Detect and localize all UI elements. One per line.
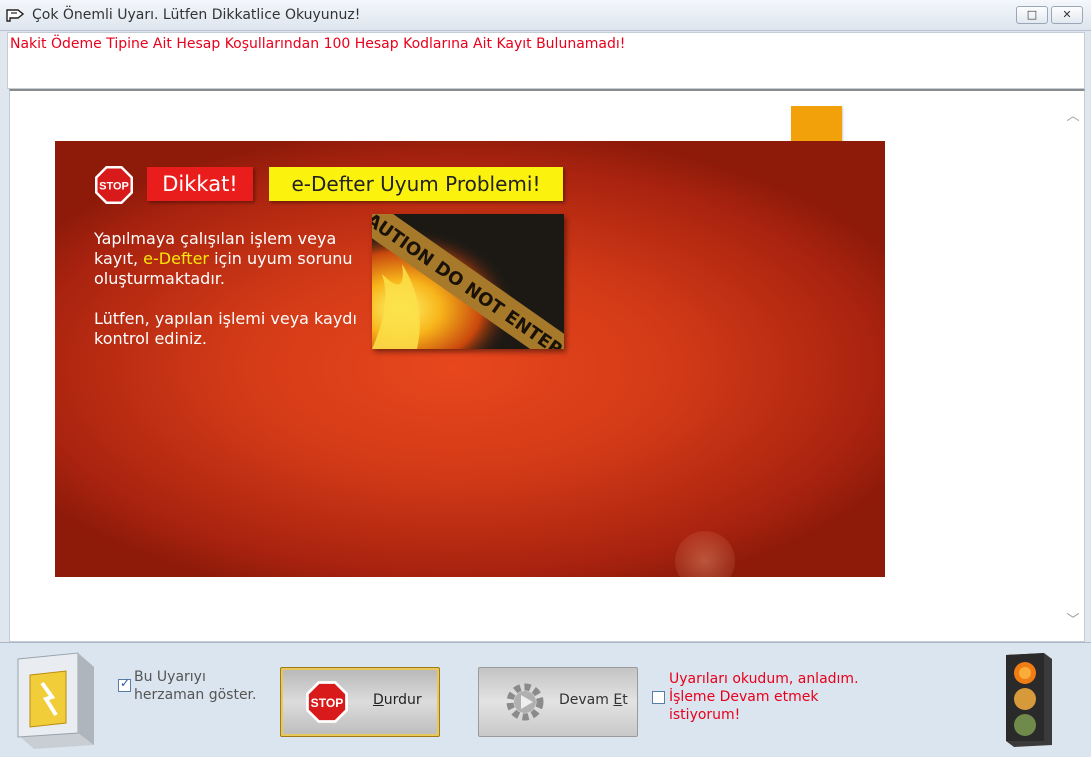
continue-button[interactable]: Devam Et xyxy=(478,667,638,737)
maximize-button[interactable]: □ xyxy=(1016,6,1048,24)
scroll-down-icon[interactable]: ﹀ xyxy=(1066,609,1080,628)
warning-banner: STOP Dikkat! e-Defter Uyum Problemi! Yap… xyxy=(55,141,885,577)
content-panel: ︿ ﹀ STOP Dikkat! e-Defter Uyum Problemi!… xyxy=(9,89,1085,642)
close-button[interactable]: ✕ xyxy=(1051,6,1083,24)
message-panel: Nakit Ödeme Tipine Ait Hesap Koşullarınd… xyxy=(7,32,1085,89)
warning-paragraph-2: Lütfen, yapılan işlemi veya kaydı kontro… xyxy=(94,309,357,348)
show-always-label: Bu Uyarıyı herzaman göster. xyxy=(134,669,257,703)
stop-button-icon-text: STOP xyxy=(311,696,344,710)
title-bar: Çok Önemli Uyarı. Lütfen Dikkatlice Okuy… xyxy=(0,0,1091,31)
window-title: Çok Önemli Uyarı. Lütfen Dikkatlice Okuy… xyxy=(32,7,361,23)
stop-sign-text: STOP xyxy=(99,181,129,193)
warning-paragraph-1: Yapılmaya çalışılan işlem veya kayıt, e-… xyxy=(94,229,353,288)
caution-tape-image: CAUTION DO NOT ENTER xyxy=(372,214,564,349)
safe-icon xyxy=(17,652,94,749)
warning-text: Yapılmaya çalışılan işlem veya kayıt, e-… xyxy=(94,229,364,369)
scroll-up-icon[interactable]: ︿ xyxy=(1066,105,1080,124)
traffic-light-icon xyxy=(1006,653,1052,747)
check-icon: ✓ xyxy=(120,676,131,690)
stop-sign-icon: STOP xyxy=(95,166,133,204)
banner-glow xyxy=(675,531,735,577)
show-always-checkbox[interactable]: ✓ xyxy=(118,676,131,692)
stop-button-label: Durdur xyxy=(373,692,422,708)
continue-button-label: Devam Et xyxy=(559,692,628,708)
acknowledge-checkbox[interactable] xyxy=(652,691,665,704)
dikkat-label: Dikkat! xyxy=(147,167,253,201)
problem-title: e-Defter Uyum Problemi! xyxy=(269,167,563,201)
stop-button[interactable]: STOP Durdur xyxy=(280,667,440,737)
error-message: Nakit Ödeme Tipine Ait Hesap Koşullarınd… xyxy=(10,36,626,52)
gear-play-icon xyxy=(506,683,544,721)
app-icon xyxy=(6,9,24,22)
acknowledge-label: Uyarıları okudum, anladım. İşleme Devam … xyxy=(669,671,859,723)
bottom-bar: ✓ Bu Uyarıyı herzaman göster. STOP Durdu… xyxy=(0,642,1091,757)
stop-sign-icon: STOP xyxy=(306,681,348,723)
